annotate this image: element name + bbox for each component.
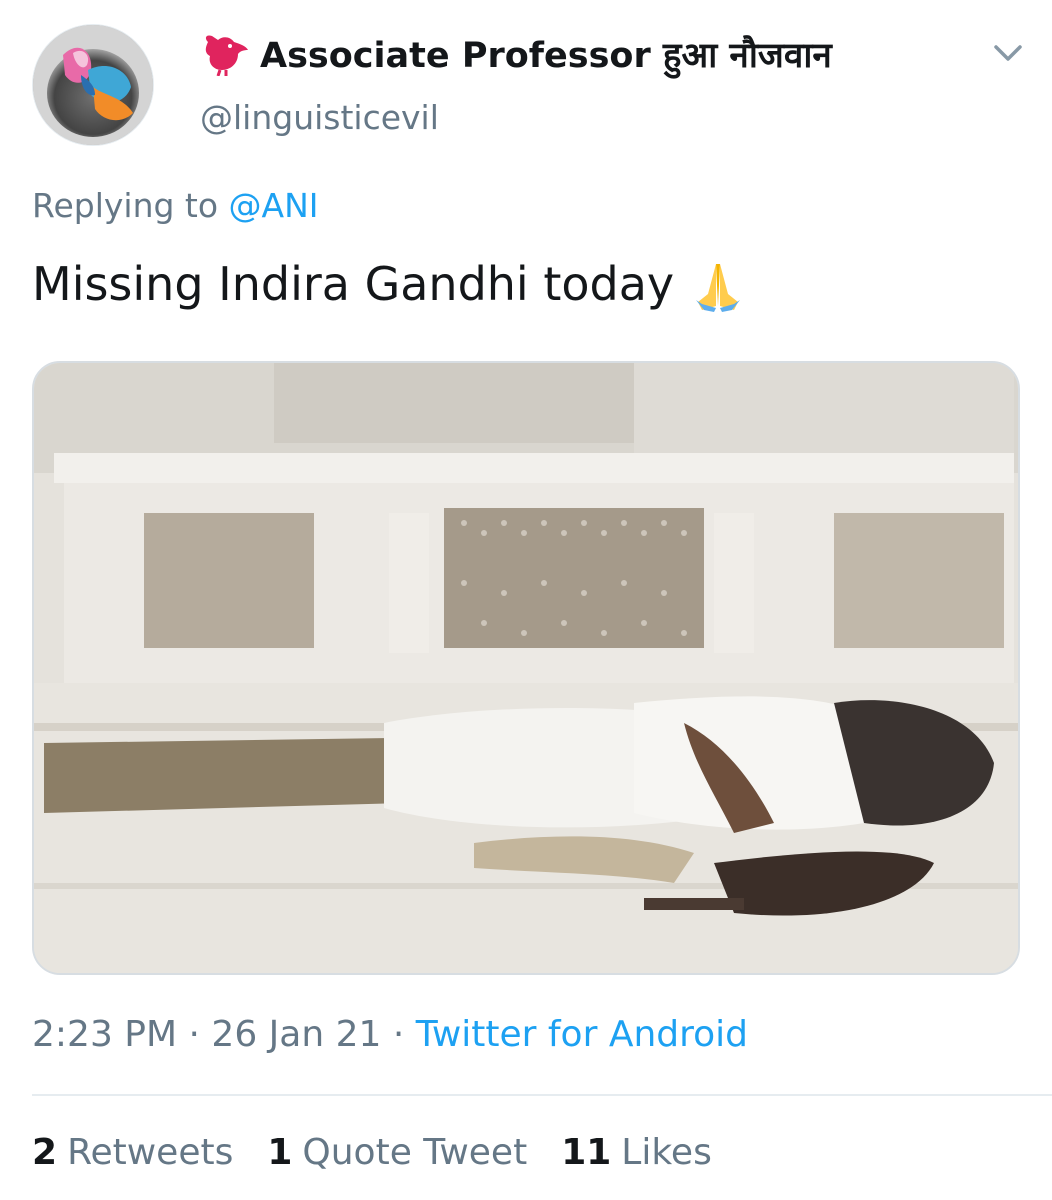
quote-tweets-stat[interactable]: 1 Quote Tweet <box>267 1132 527 1173</box>
divider <box>32 1094 1052 1096</box>
tweet-text: Missing Indira Gandhi today <box>32 254 748 314</box>
meta-separator: · <box>188 1014 200 1055</box>
betta-fish-avatar-image <box>33 25 153 145</box>
likes-count: 11 <box>561 1132 612 1173</box>
quote-tweets-count: 1 <box>267 1132 293 1173</box>
engagement-stats: 2 Retweets 1 Quote Tweet 11 Likes <box>32 1132 712 1173</box>
tweet-source-link[interactable]: Twitter for Android <box>416 1014 748 1055</box>
user-handle[interactable]: @linguisticevil <box>200 98 439 137</box>
tweet-time[interactable]: 2:23 PM <box>32 1014 177 1055</box>
quote-tweets-label: Quote Tweet <box>302 1132 528 1173</box>
reply-mention-link[interactable]: @ANI <box>229 186 319 225</box>
display-name[interactable]: Associate Professor हुआ नौजवान <box>200 26 832 82</box>
tweet-media-image[interactable] <box>32 361 1020 975</box>
bird-icon <box>205 35 248 76</box>
retweets-label: Retweets <box>67 1132 234 1173</box>
tweet-meta: 2:23 PM · 26 Jan 21 · Twitter for Androi… <box>32 1014 748 1055</box>
retweets-stat[interactable]: 2 Retweets <box>32 1132 233 1173</box>
avatar[interactable] <box>32 24 154 146</box>
display-name-text: Associate Professor हुआ नौजवान <box>260 35 832 76</box>
likes-label: Likes <box>621 1132 712 1173</box>
tweet-date[interactable]: 26 Jan 21 <box>211 1014 381 1055</box>
likes-stat[interactable]: 11 Likes <box>561 1132 712 1173</box>
chevron-down-icon[interactable] <box>988 38 1028 68</box>
folded-hands-emoji <box>696 264 741 312</box>
replying-to-label: Replying to <box>32 186 219 225</box>
tweet-text-body: Missing Indira Gandhi today <box>32 257 675 311</box>
retweets-count: 2 <box>32 1132 58 1173</box>
meta-separator: · <box>392 1014 405 1055</box>
photo-illustration <box>34 363 1018 973</box>
replying-to-line: Replying to @ANI <box>32 186 319 225</box>
